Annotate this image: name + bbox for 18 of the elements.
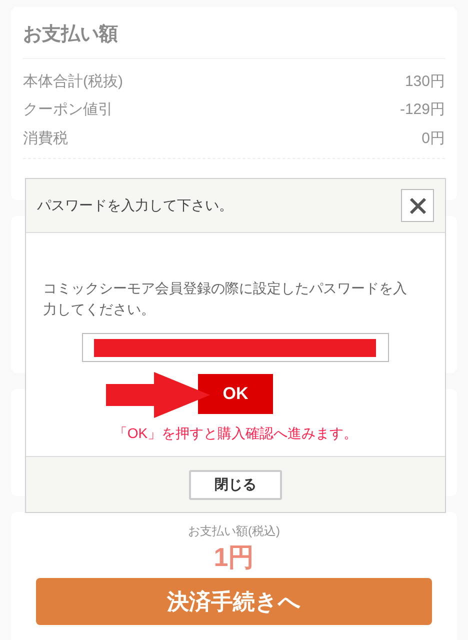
- arrow-icon: [106, 372, 210, 418]
- summary-title: お支払い額: [23, 21, 445, 58]
- summary-label: クーポン値引: [23, 100, 113, 120]
- dialog-note: 「OK」を押すと購入確認へ進みます。: [113, 424, 358, 443]
- checkout-label: お支払い額(税込): [188, 523, 280, 540]
- summary-label: 消費税: [23, 128, 68, 148]
- close-button[interactable]: 閉じる: [189, 470, 282, 500]
- checkout-amount: 1円: [214, 541, 254, 574]
- close-icon[interactable]: [401, 189, 434, 222]
- summary-value: -129円: [400, 100, 445, 120]
- password-field[interactable]: [82, 333, 389, 362]
- dialog-message: コミックシーモア会員登録の際に設定したパスワードを入力してください。: [43, 279, 408, 319]
- checkout-button[interactable]: 決済手続きへ: [36, 578, 432, 625]
- summary-label: 本体合計(税抜): [23, 72, 123, 92]
- summary-value: 130円: [404, 72, 445, 92]
- dialog-title: パスワードを入力して下さい。: [37, 196, 233, 215]
- ok-button[interactable]: OK: [198, 374, 273, 414]
- summary-value: 0円: [422, 128, 445, 148]
